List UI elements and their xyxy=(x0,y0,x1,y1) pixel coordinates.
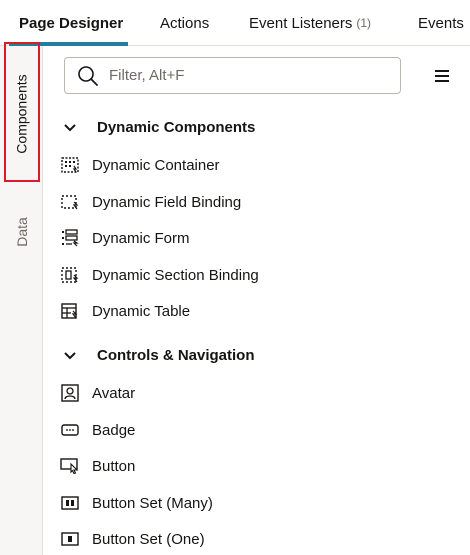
component-label: Dynamic Table xyxy=(92,302,191,320)
tab-events[interactable]: Events xyxy=(418,0,464,46)
filter-box xyxy=(64,57,401,94)
component-label: Dynamic Field Binding xyxy=(92,193,242,211)
component-item-badge[interactable]: Badge xyxy=(60,417,135,443)
dynamic-section-binding-icon xyxy=(60,265,80,285)
top-tab-bar: Page Designer Actions Event Listeners (1… xyxy=(0,0,470,46)
component-item-dynamic-table[interactable]: Dynamic Table xyxy=(60,298,190,324)
tab-label: Event Listeners xyxy=(249,14,353,32)
component-label: Dynamic Container xyxy=(92,156,220,174)
component-label: Button Set (One) xyxy=(92,530,205,548)
component-item-button[interactable]: Button xyxy=(60,453,135,479)
component-item-dynamic-container[interactable]: Dynamic Container xyxy=(60,152,220,178)
component-item-avatar[interactable]: Avatar xyxy=(60,380,135,406)
vertical-tab-data[interactable]: Data xyxy=(0,202,43,262)
group-header-dynamic-components[interactable]: Dynamic Components xyxy=(64,116,255,138)
button-set-one-icon xyxy=(60,529,80,549)
dynamic-field-binding-icon xyxy=(60,192,80,212)
dynamic-table-icon xyxy=(60,301,80,321)
filter-input[interactable] xyxy=(109,67,369,84)
component-item-button-set-one[interactable]: Button Set (One) xyxy=(60,526,205,552)
tab-label: Page Designer xyxy=(19,14,124,32)
vertical-tab-label: Data xyxy=(13,217,30,247)
component-item-dynamic-section-binding[interactable]: Dynamic Section Binding xyxy=(60,262,259,288)
chevron-down-icon xyxy=(64,119,78,136)
dynamic-container-icon xyxy=(60,155,80,175)
group-title: Dynamic Components xyxy=(97,118,256,136)
component-label: Badge xyxy=(92,421,136,439)
vertical-tab-label: Components xyxy=(13,74,30,154)
tab-count-badge: (1) xyxy=(356,16,372,30)
tab-actions[interactable]: Actions xyxy=(160,0,209,46)
tab-label: Events xyxy=(418,14,464,32)
dynamic-form-icon xyxy=(60,228,80,248)
component-item-dynamic-field-binding[interactable]: Dynamic Field Binding xyxy=(60,189,241,215)
component-label: Button Set (Many) xyxy=(92,494,213,512)
tab-label: Actions xyxy=(160,14,210,32)
badge-icon xyxy=(60,420,80,440)
vertical-tab-components[interactable]: Components xyxy=(0,42,43,182)
search-icon xyxy=(78,65,98,86)
component-label: Dynamic Section Binding xyxy=(92,266,259,284)
components-panel: Dynamic Components Dynamic Container Dyn… xyxy=(44,46,470,555)
component-item-button-set-many[interactable]: Button Set (Many) xyxy=(60,490,213,516)
chevron-down-icon xyxy=(64,347,78,364)
group-title: Controls & Navigation xyxy=(97,346,255,364)
component-item-dynamic-form[interactable]: Dynamic Form xyxy=(60,225,190,251)
component-label: Button xyxy=(92,457,136,475)
group-header-controls-navigation[interactable]: Controls & Navigation xyxy=(64,344,255,366)
side-rail: Components Data xyxy=(0,42,43,555)
tab-page-designer[interactable]: Page Designer xyxy=(19,0,123,46)
tab-event-listeners[interactable]: Event Listeners (1) xyxy=(249,0,371,46)
component-label: Dynamic Form xyxy=(92,229,190,247)
button-set-many-icon xyxy=(60,493,80,513)
avatar-icon xyxy=(60,383,80,403)
button-icon xyxy=(60,456,80,476)
component-label: Avatar xyxy=(92,384,136,402)
hamburger-menu-icon[interactable] xyxy=(430,65,454,87)
